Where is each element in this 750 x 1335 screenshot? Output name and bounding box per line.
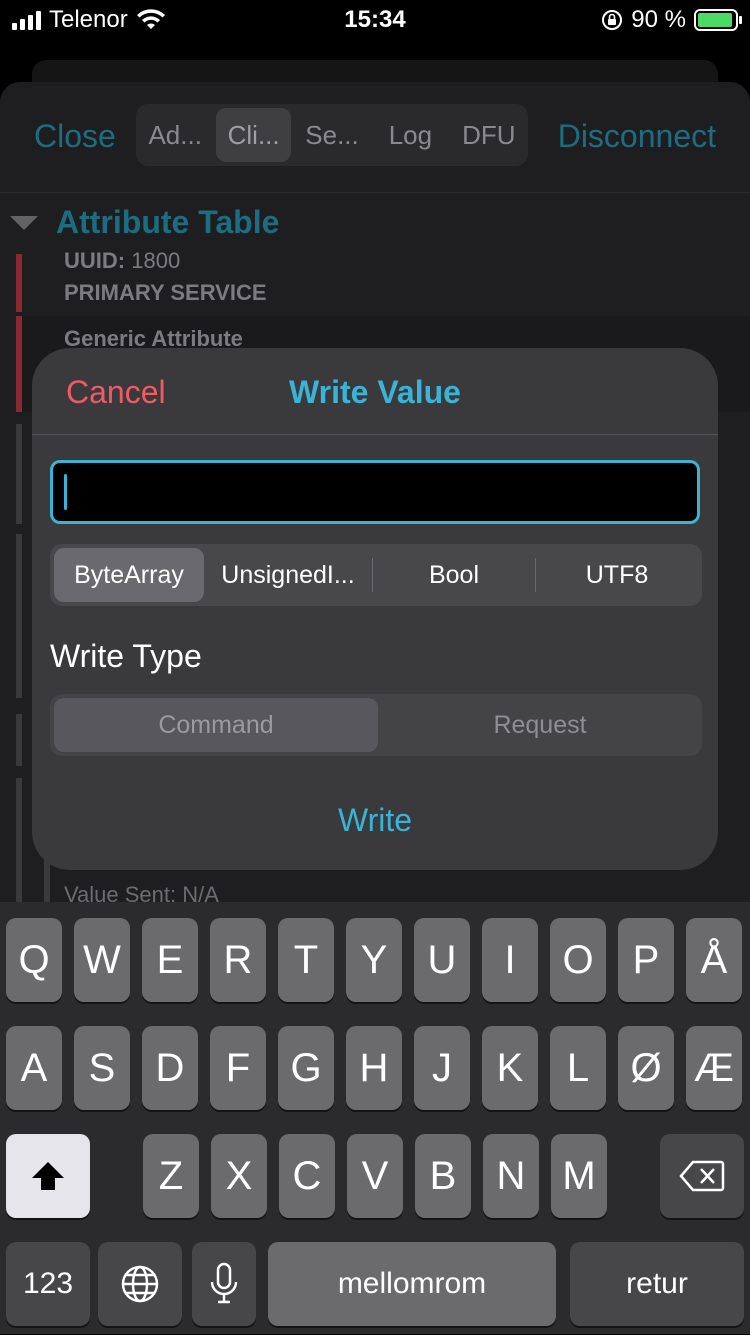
primary-service-label: PRIMARY SERVICE <box>64 280 267 305</box>
key-q[interactable]: Q <box>6 918 62 1002</box>
key-r[interactable]: R <box>210 918 266 1002</box>
globe-key[interactable] <box>98 1242 182 1326</box>
battery-icon <box>694 9 742 31</box>
format-segmented-control: ByteArray UnsignedI... Bool UTF8 <box>50 544 702 606</box>
keyboard: QWERTYUIOPÅ ASDFGHJKLØÆ ZXCVBNM 123 mell… <box>0 902 750 1334</box>
key-å[interactable]: Å <box>686 918 742 1002</box>
write-type-segmented-control: Command Request <box>50 694 702 756</box>
key-t[interactable]: T <box>278 918 334 1002</box>
service-row[interactable]: UUID: 1800 PRIMARY SERVICE <box>16 248 750 312</box>
key-g[interactable]: G <box>278 1026 334 1110</box>
uuid-line: UUID: 1800 <box>64 248 180 274</box>
tab-dfu[interactable]: DFU <box>452 108 526 162</box>
characteristic-indicator <box>16 714 22 766</box>
key-x[interactable]: X <box>211 1134 267 1218</box>
disconnect-button[interactable]: Disconnect <box>558 118 716 155</box>
tab-advertiser[interactable]: Ad... <box>138 108 212 162</box>
tab-log[interactable]: Log <box>373 108 447 162</box>
shift-key[interactable] <box>6 1134 90 1218</box>
key-z[interactable]: Z <box>143 1134 199 1218</box>
dictation-key[interactable] <box>192 1242 256 1326</box>
key-j[interactable]: J <box>414 1026 470 1110</box>
descriptor-indicator <box>16 778 22 912</box>
key-d[interactable]: D <box>142 1026 198 1110</box>
globe-icon <box>121 1265 159 1303</box>
format-utf8[interactable]: UTF8 <box>536 548 698 602</box>
microphone-icon <box>210 1262 238 1304</box>
backspace-key[interactable] <box>660 1134 744 1218</box>
key-i[interactable]: I <box>482 918 538 1002</box>
key-e[interactable]: E <box>142 918 198 1002</box>
key-h[interactable]: H <box>346 1026 402 1110</box>
key-ø[interactable]: Ø <box>618 1026 674 1110</box>
battery-percent: 90 % <box>631 6 686 33</box>
characteristic-indicator <box>16 534 22 698</box>
key-u[interactable]: U <box>414 918 470 1002</box>
write-type-label: Write Type <box>50 638 202 674</box>
key-n[interactable]: N <box>483 1134 539 1218</box>
dialog-title: Write Value <box>289 374 461 410</box>
value-input[interactable] <box>50 460 700 524</box>
write-type-command[interactable]: Command <box>54 698 378 752</box>
key-æ[interactable]: Æ <box>686 1026 742 1110</box>
write-type-request[interactable]: Request <box>378 698 702 752</box>
key-f[interactable]: F <box>210 1026 266 1110</box>
attribute-table-title: Attribute Table <box>56 204 280 240</box>
key-c[interactable]: C <box>279 1134 335 1218</box>
key-b[interactable]: B <box>415 1134 471 1218</box>
status-right: 90 % <box>601 6 742 34</box>
key-p[interactable]: P <box>618 918 674 1002</box>
key-o[interactable]: O <box>550 918 606 1002</box>
space-key[interactable]: mellomrom <box>268 1242 556 1326</box>
tab-segmented-control: Ad... Cli... Se... Log DFU <box>136 104 528 166</box>
key-s[interactable]: S <box>74 1026 130 1110</box>
disclosure-triangle-icon <box>10 215 38 230</box>
key-w[interactable]: W <box>74 918 130 1002</box>
dialog-divider <box>32 434 718 435</box>
shift-icon <box>32 1162 64 1190</box>
tab-server[interactable]: Se... <box>295 108 369 162</box>
format-unsigned-int[interactable]: UnsignedI... <box>204 548 372 602</box>
attribute-table-header[interactable]: Attribute Table <box>10 204 279 241</box>
backspace-icon <box>679 1160 725 1192</box>
sheet-toolbar: Close Ad... Cli... Se... Log DFU Disconn… <box>0 82 750 193</box>
format-bool[interactable]: Bool <box>373 548 535 602</box>
key-a[interactable]: A <box>6 1026 62 1110</box>
key-k[interactable]: K <box>482 1026 538 1110</box>
format-bytearray[interactable]: ByteArray <box>54 548 204 602</box>
write-value-dialog: Cancel Write Value ByteArray UnsignedI..… <box>32 348 718 870</box>
uuid-value: 1800 <box>131 248 181 273</box>
write-button[interactable]: Write <box>32 802 718 839</box>
text-cursor <box>64 474 67 510</box>
tab-client[interactable]: Cli... <box>216 108 291 162</box>
service-indicator <box>16 254 22 312</box>
uuid-label: UUID: <box>64 248 126 273</box>
key-y[interactable]: Y <box>346 918 402 1002</box>
numbers-key[interactable]: 123 <box>6 1242 90 1326</box>
close-button[interactable]: Close <box>34 118 116 155</box>
return-key[interactable]: retur <box>570 1242 744 1326</box>
service-indicator <box>16 316 22 412</box>
status-bar: Telenor 15:34 90 % <box>0 0 750 42</box>
characteristic-indicator <box>16 424 22 524</box>
orientation-lock-icon <box>602 10 623 30</box>
key-v[interactable]: V <box>347 1134 403 1218</box>
key-l[interactable]: L <box>550 1026 606 1110</box>
key-m[interactable]: M <box>551 1134 607 1218</box>
